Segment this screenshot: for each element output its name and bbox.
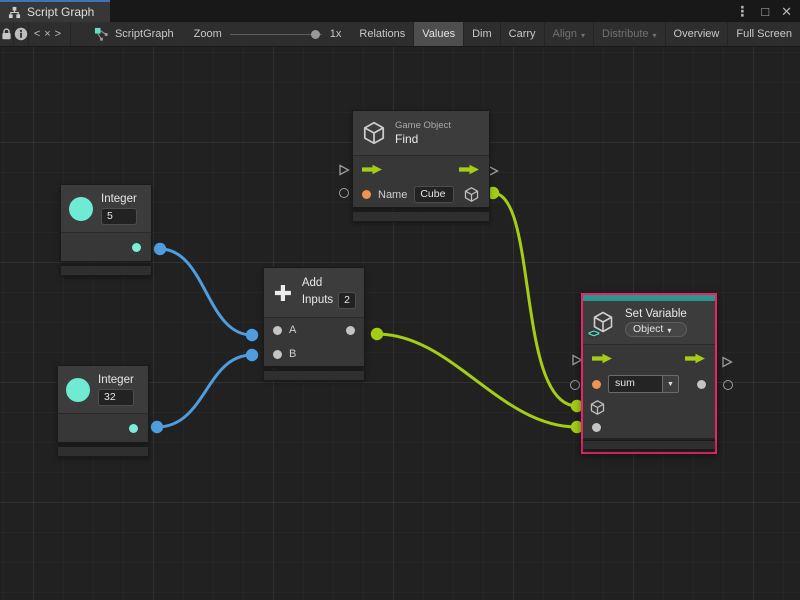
zoom-slider-handle[interactable]	[311, 30, 320, 39]
name-input-port[interactable]	[362, 190, 371, 199]
code-view-icon: <×>	[34, 28, 65, 40]
connection-dot[interactable]	[371, 328, 383, 340]
integer-value-field[interactable]: 32	[98, 389, 134, 406]
node-title: Integer	[98, 374, 134, 386]
connection-dot[interactable]	[151, 421, 163, 433]
port-label: A	[289, 324, 296, 336]
values-button[interactable]: Values	[414, 22, 464, 46]
zoom-slider-track[interactable]	[230, 34, 322, 36]
node-add[interactable]: Add Inputs 2 A B	[263, 267, 365, 381]
flow-out-arrow-icon[interactable]	[685, 353, 706, 364]
inputs-count-field[interactable]: 2	[338, 292, 356, 309]
chevron-down-icon: ▼	[667, 381, 674, 388]
tab-title: Script Graph	[27, 5, 94, 19]
value-input-port[interactable]	[570, 380, 580, 390]
zoom-slider[interactable]	[230, 29, 322, 39]
graph-icon	[8, 6, 21, 19]
zoom-value: 1x	[330, 28, 342, 40]
fullscreen-button[interactable]: Full Screen	[728, 22, 800, 46]
align-button: Align ▾	[545, 22, 594, 46]
chevron-down-icon: ▾	[667, 326, 671, 335]
node-set-variable[interactable]: <> Set Variable Object ▾ sum ▼	[581, 293, 717, 454]
lock-button[interactable]	[0, 22, 14, 46]
value-input-port[interactable]	[592, 423, 601, 432]
node-footer	[583, 440, 715, 450]
node-footer	[60, 265, 152, 276]
relations-button[interactable]: Relations	[351, 22, 414, 46]
code-preview-button[interactable]: <×>	[29, 22, 71, 46]
add-icon	[272, 280, 294, 306]
value-output-port[interactable]	[723, 380, 733, 390]
integer-type-icon	[66, 378, 90, 402]
add-input-b-port[interactable]	[273, 350, 282, 359]
gameobject-cube-icon	[361, 120, 387, 146]
node-integer-5[interactable]: Integer 5	[60, 184, 152, 276]
window-controls: ⋮ □ ✕	[735, 0, 792, 22]
node-title: Find	[395, 132, 451, 146]
connection-dot[interactable]	[246, 329, 258, 341]
port-label: B	[289, 348, 296, 360]
connection-dot[interactable]	[154, 243, 166, 255]
distribute-button: Distribute ▾	[594, 22, 665, 46]
integer-type-icon	[69, 197, 93, 221]
node-title: Add	[302, 277, 356, 289]
window-titlebar: Script Graph ⋮ □ ✕	[0, 0, 800, 22]
inputs-label: Inputs	[302, 294, 333, 306]
variable-name-dropdown[interactable]: sum ▼	[608, 375, 679, 393]
graph-toolbar: <×> ScriptGraph Zoom 1x Relations Values…	[0, 22, 800, 47]
add-output-port[interactable]	[346, 326, 355, 335]
maximize-icon[interactable]: □	[761, 5, 769, 18]
wire-integer32-to-add-b[interactable]	[157, 355, 252, 427]
variable-code-icon: <>	[588, 328, 599, 340]
lock-icon	[0, 27, 13, 41]
chevron-down-icon: ▾	[581, 31, 585, 40]
script-graph-icon	[94, 27, 109, 42]
integer-value-field[interactable]: 5	[101, 208, 137, 225]
integer-output-port[interactable]	[129, 424, 138, 433]
flow-input-port[interactable]	[338, 164, 350, 176]
node-category: Game Object	[395, 120, 451, 131]
zoom-label: Zoom	[194, 28, 222, 40]
flow-in-arrow-icon[interactable]	[362, 164, 383, 175]
dropdown-caret-button[interactable]: ▼	[662, 375, 679, 393]
value-input-port[interactable]	[339, 188, 349, 198]
value-output-port[interactable]	[697, 380, 706, 389]
integer-output-port[interactable]	[132, 243, 141, 252]
flow-out-arrow-icon[interactable]	[459, 164, 480, 175]
name-value-field[interactable]: Cube	[414, 186, 454, 203]
connection-dot[interactable]	[246, 349, 258, 361]
wire-integer5-to-add-a[interactable]	[160, 249, 252, 335]
carry-button[interactable]: Carry	[501, 22, 545, 46]
overview-button[interactable]: Overview	[666, 22, 729, 46]
node-gameobject-find[interactable]: Game Object Find Name Cube	[352, 110, 490, 222]
variable-name-port[interactable]	[592, 380, 601, 389]
window-menu-icon[interactable]: ⋮	[735, 4, 749, 18]
graph-name: ScriptGraph	[115, 28, 174, 40]
gameobject-input-port[interactable]	[589, 399, 606, 416]
graph-canvas[interactable]: Integer 5 Integer 32	[0, 47, 800, 600]
wire-find-to-setvariable-object[interactable]	[493, 193, 577, 406]
node-footer	[352, 211, 490, 222]
node-title: Integer	[101, 193, 137, 205]
inspect-button[interactable]	[14, 22, 29, 46]
dim-button[interactable]: Dim	[464, 22, 501, 46]
node-integer-32[interactable]: Integer 32	[57, 365, 149, 457]
variable-scope-dropdown[interactable]: Object ▾	[625, 322, 687, 337]
param-label: Name	[378, 189, 407, 201]
node-footer	[263, 370, 365, 381]
node-title: Set Variable	[625, 308, 687, 320]
close-icon[interactable]: ✕	[781, 5, 792, 18]
tab-script-graph[interactable]: Script Graph	[0, 0, 110, 22]
node-footer	[57, 446, 149, 457]
flow-output-port[interactable]	[721, 356, 733, 368]
chevron-down-icon: ▾	[653, 31, 657, 40]
flow-in-arrow-icon[interactable]	[592, 353, 613, 364]
graph-breadcrumb[interactable]: ScriptGraph	[84, 22, 184, 46]
gameobject-output-port[interactable]	[463, 186, 480, 203]
add-input-a-port[interactable]	[273, 326, 282, 335]
info-icon	[14, 27, 28, 41]
